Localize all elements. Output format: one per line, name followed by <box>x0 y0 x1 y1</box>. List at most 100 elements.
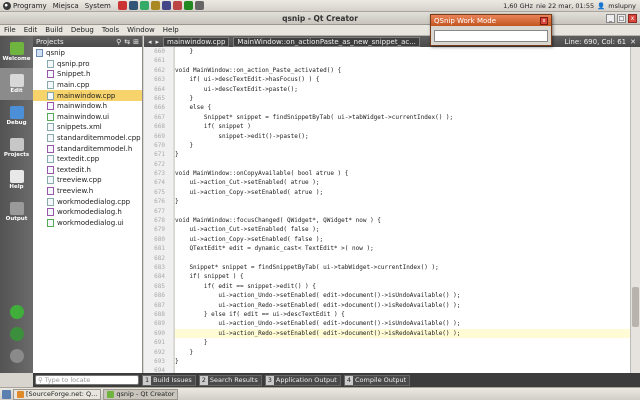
taskbar-item[interactable]: [SourceForge.net: Q... <box>13 388 102 400</box>
file-icon <box>47 81 54 90</box>
tree-item-label: snippets.xml <box>57 123 102 132</box>
maximize-button[interactable]: □ <box>617 13 626 23</box>
tree-item[interactable]: treeview.cpp <box>33 175 142 186</box>
nav-back-icon[interactable]: ◂ <box>148 38 152 46</box>
code-editor[interactable]: } void MainWindow::on_action_Paste_activa… <box>175 47 630 373</box>
launcher-icon[interactable] <box>128 1 138 10</box>
tree-item[interactable]: standarditemmodel.cpp <box>33 133 142 144</box>
tree-item[interactable]: workmodedialog.ui <box>33 218 142 229</box>
code-line: snippet->edit()->paste(); <box>175 132 309 140</box>
editor-scrollbar[interactable] <box>630 47 640 373</box>
line-number: 685 <box>154 282 165 290</box>
system-menu[interactable]: System <box>82 2 114 10</box>
line-number: 681 <box>154 245 165 253</box>
link-icon[interactable]: ⇆ <box>124 38 130 46</box>
projects-selector[interactable]: Projects <box>36 38 64 46</box>
launcher-icon[interactable] <box>172 1 182 10</box>
launcher-icon[interactable] <box>183 1 193 10</box>
launcher-icon[interactable] <box>161 1 171 10</box>
menu-file[interactable]: File <box>0 26 20 34</box>
minimize-button[interactable]: _ <box>606 13 615 23</box>
mode-help[interactable]: Help <box>0 164 33 196</box>
menu-tools[interactable]: Tools <box>98 26 123 34</box>
tree-item-label: textedit.h <box>57 165 91 174</box>
mode-label: Edit <box>10 88 23 94</box>
file-icon <box>47 208 54 217</box>
line-number: 686 <box>154 292 165 300</box>
launcher-icon[interactable] <box>117 1 127 10</box>
file-icon <box>47 123 54 132</box>
tree-item[interactable]: snippets.xml <box>33 122 142 133</box>
work-mode-input[interactable] <box>434 30 548 42</box>
tree-item[interactable]: standarditemmodel.h <box>33 143 142 154</box>
menu-debug[interactable]: Debug <box>67 26 98 34</box>
launcher-icon[interactable] <box>150 1 160 10</box>
tree-item[interactable]: mainwindow.h <box>33 101 142 112</box>
close-editor-icon[interactable]: ✕ <box>630 38 636 46</box>
code-line: else { <box>175 104 212 112</box>
line-number: 677 <box>154 207 165 215</box>
locator-input[interactable]: ⚲ Type to locate <box>35 375 139 385</box>
code-line: ui->action_Undo->setEnabled( edit->docum… <box>175 292 461 300</box>
work-mode-titlebar[interactable]: QSnip Work Mode x <box>431 15 551 26</box>
menu-help[interactable]: Help <box>159 26 183 34</box>
tree-item[interactable]: treeview.h <box>33 186 142 197</box>
line-number: 672 <box>154 160 165 168</box>
username[interactable]: mslupny <box>608 2 636 10</box>
close-button[interactable]: x <box>628 13 637 23</box>
tree-item[interactable]: textedit.h <box>33 165 142 176</box>
work-mode-close-button[interactable]: x <box>540 16 548 25</box>
line-number: 692 <box>154 348 165 356</box>
output-tab-application-output[interactable]: 3 Application Output <box>264 374 341 386</box>
tree-item[interactable]: workmodedialog.cpp <box>33 196 142 207</box>
output-tab-label: Build Issues <box>153 376 192 384</box>
show-desktop-icon[interactable] <box>2 389 11 399</box>
applications-menu[interactable]: Programy <box>0 1 50 10</box>
tree-item[interactable]: mainwindow.cpp <box>33 90 142 101</box>
line-number: 678 <box>154 217 165 225</box>
tree-item-label: textedit.cpp <box>57 155 100 164</box>
file-icon <box>47 165 54 174</box>
menu-edit[interactable]: Edit <box>20 26 42 34</box>
build-button[interactable] <box>9 349 24 363</box>
mode-label: Output <box>5 216 28 222</box>
line-number: 688 <box>154 310 165 318</box>
places-menu[interactable]: Miejsca <box>50 2 82 10</box>
scrollbar-thumb[interactable] <box>632 287 639 327</box>
file-icon <box>47 112 54 121</box>
tree-item[interactable]: qsnip <box>33 48 142 59</box>
mode-output[interactable]: Output <box>0 196 33 228</box>
output-tab-build-issues[interactable]: 1 Build Issues <box>142 374 196 386</box>
mode-welcome[interactable]: Welcome <box>0 36 33 68</box>
tree-item[interactable]: textedit.cpp <box>33 154 142 165</box>
line-number: 666 <box>154 104 165 112</box>
filter-icon[interactable]: ⚲ <box>116 38 121 46</box>
mode-edit[interactable]: Edit <box>0 68 33 100</box>
open-file-selector[interactable]: mainwindow.cpp <box>163 36 230 47</box>
output-tab-number: 1 <box>143 375 152 385</box>
projects-mode-icon <box>9 138 24 151</box>
function-selector[interactable]: MainWindow::on_actionPaste_as_new_snippe… <box>233 36 420 47</box>
debug-run-button[interactable] <box>9 327 24 341</box>
launcher-icon[interactable] <box>194 1 204 10</box>
clock[interactable]: nie 22 mar, 01:55 <box>536 2 594 10</box>
mode-debug[interactable]: Debug <box>0 100 33 132</box>
tree-item[interactable]: main.cpp <box>33 80 142 91</box>
output-tab-compile-output[interactable]: 4 Compile Output <box>343 374 411 386</box>
tree-item[interactable]: Snippet.h <box>33 69 142 80</box>
menu-build[interactable]: Build <box>41 26 67 34</box>
mode-projects[interactable]: Projects <box>0 132 33 164</box>
menu-window[interactable]: Window <box>123 26 159 34</box>
tree-item[interactable]: workmodedialog.h <box>33 207 142 218</box>
output-tab-search-results[interactable]: 2 Search Results <box>198 374 262 386</box>
tree-item[interactable]: mainwindow.ui <box>33 112 142 123</box>
split-icon[interactable]: ⊞ <box>133 38 139 46</box>
nav-forward-icon[interactable]: ▸ <box>156 38 160 46</box>
run-button[interactable] <box>9 305 24 319</box>
tree-item[interactable]: qsnip.pro <box>33 59 142 70</box>
taskbar-item[interactable]: qsnip - Qt Creator <box>103 388 179 400</box>
launcher-icon[interactable] <box>139 1 149 10</box>
file-icon <box>47 176 54 185</box>
